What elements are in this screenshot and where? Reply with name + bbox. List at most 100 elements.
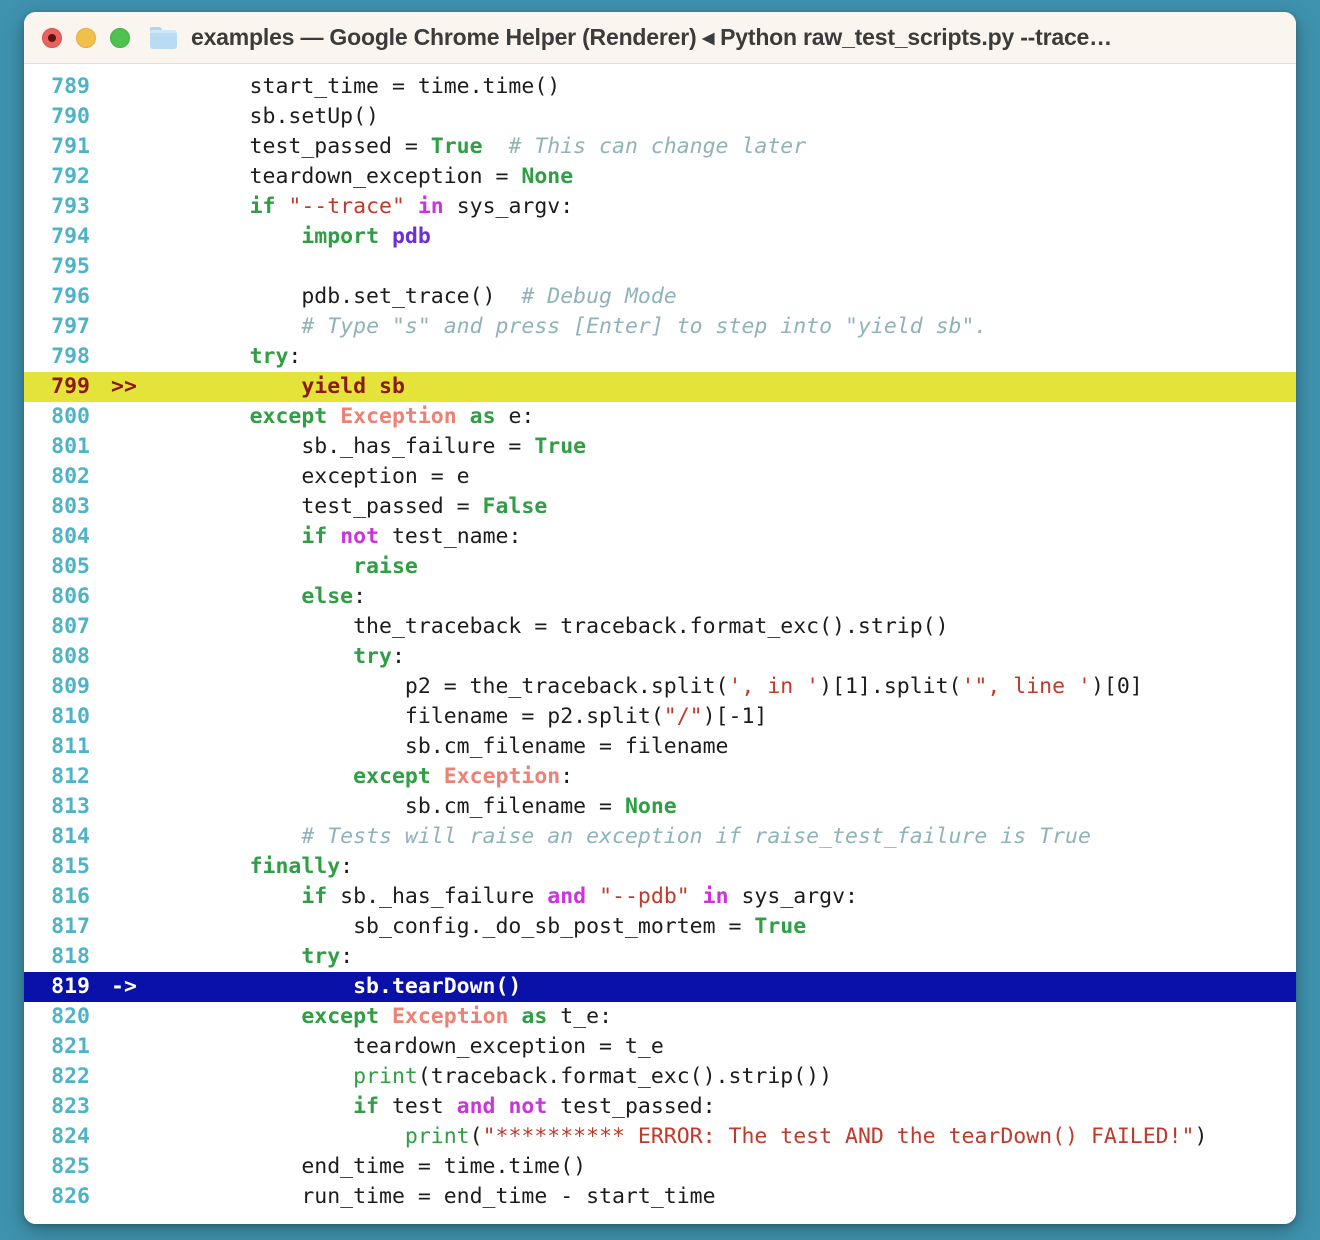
code-line[interactable]: 792 teardown_exception = None [24, 162, 1296, 192]
code-token-str: "********** ERROR: The test AND the tear… [482, 1124, 1195, 1149]
code-line[interactable]: 818 try: [24, 942, 1296, 972]
code-token-op: in [702, 884, 729, 909]
code-token-pln: (traceback.format_exc().strip()) [417, 1064, 833, 1089]
code-token-pln: test_passed: [547, 1094, 716, 1119]
code-token-pln: sb.setUp() [146, 104, 379, 129]
code-line[interactable]: 815 finally: [24, 852, 1296, 882]
code-line[interactable]: 811 sb.cm_filename = filename [24, 732, 1296, 762]
code-token-pln: p2 = the_traceback.split( [146, 674, 729, 699]
terminal-window: examples — Google Chrome Helper (Rendere… [24, 12, 1296, 1224]
code-line[interactable]: 795 [24, 252, 1296, 282]
code-line[interactable]: 791 test_passed = True # This can change… [24, 132, 1296, 162]
code-token-pln: sb.tearDown() [146, 974, 522, 999]
code-line[interactable]: 814 # Tests will raise an exception if r… [24, 822, 1296, 852]
code-token-pln [146, 944, 301, 969]
code-text: sb.tearDown() [146, 972, 1296, 1002]
code-token-kw: False [482, 494, 548, 519]
code-line[interactable]: 813 sb.cm_filename = None [24, 792, 1296, 822]
code-text: try: [146, 342, 1296, 372]
code-text: except Exception as t_e: [146, 1002, 1296, 1032]
code-viewer[interactable]: 789 start_time = time.time() 790 sb.setUp… [24, 64, 1296, 1224]
traffic-lights [42, 27, 130, 48]
code-token-kw: if [353, 1094, 379, 1119]
code-token-pln: ) [1194, 1124, 1208, 1149]
code-line[interactable]: 797 # Type "s" and press [Enter] to step… [24, 312, 1296, 342]
code-text: print(traceback.format_exc().strip()) [146, 1062, 1296, 1092]
code-token-kw: if [301, 524, 328, 549]
code-token-com: # Type "s" and press [Enter] to step int… [301, 314, 988, 339]
code-line[interactable]: 821 teardown_exception = t_e [24, 1032, 1296, 1062]
code-line[interactable]: 799 >> yield sb [24, 372, 1296, 402]
line-number: 799 [51, 374, 90, 399]
code-token-pln [327, 404, 340, 429]
code-line[interactable]: 790 sb.setUp() [24, 102, 1296, 132]
code-token-pln [146, 374, 301, 399]
code-line[interactable]: 803 test_passed = False [24, 492, 1296, 522]
code-text: start_time = time.time() [146, 72, 1296, 102]
line-number: 826 [51, 1184, 90, 1209]
minimize-button[interactable] [76, 27, 96, 48]
code-line[interactable]: 820 except Exception as t_e: [24, 1002, 1296, 1032]
code-line[interactable]: 809 p2 = the_traceback.split(', in ')[1]… [24, 672, 1296, 702]
code-line[interactable]: 812 except Exception: [24, 762, 1296, 792]
line-number: 814 [51, 824, 90, 849]
code-line[interactable]: 822 print(traceback.format_exc().strip()… [24, 1062, 1296, 1092]
code-line[interactable]: 802 exception = e [24, 462, 1296, 492]
code-token-pln [327, 524, 340, 549]
line-number: 822 [51, 1064, 90, 1089]
code-token-pln: teardown_exception = t_e [146, 1034, 664, 1059]
code-text: p2 = the_traceback.split(', in ')[1].spl… [146, 672, 1296, 702]
code-token-pln: teardown_exception = [146, 164, 522, 189]
line-number: 817 [51, 914, 90, 939]
close-button[interactable] [42, 27, 62, 48]
code-line[interactable]: 826 run_time = end_time - start_time [24, 1182, 1296, 1212]
code-line[interactable]: 825 end_time = time.time() [24, 1152, 1296, 1182]
code-line[interactable]: 804 if not test_name: [24, 522, 1296, 552]
code-text: try: [146, 942, 1296, 972]
code-line[interactable]: 800 except Exception as e: [24, 402, 1296, 432]
code-text: raise [146, 552, 1296, 582]
code-line[interactable]: 808 try: [24, 642, 1296, 672]
code-token-kw: except [301, 1004, 380, 1029]
code-text: end_time = time.time() [146, 1152, 1296, 1182]
code-line[interactable]: 806 else: [24, 582, 1296, 612]
code-token-pln: pdb.set_trace() [146, 284, 522, 309]
code-line[interactable]: 794 import pdb [24, 222, 1296, 252]
code-line[interactable]: 805 raise [24, 552, 1296, 582]
code-token-pln [483, 134, 509, 159]
code-token-kw: as [469, 404, 496, 429]
code-line[interactable]: 810 filename = p2.split("/")[-1] [24, 702, 1296, 732]
code-line[interactable]: 824 print("********** ERROR: The test AN… [24, 1122, 1296, 1152]
code-text: except Exception as e: [146, 402, 1296, 432]
code-line[interactable]: 817 sb_config._do_sb_post_mortem = True [24, 912, 1296, 942]
code-line[interactable]: 807 the_traceback = traceback.format_exc… [24, 612, 1296, 642]
code-line[interactable]: 816 if sb._has_failure and "--pdb" in sy… [24, 882, 1296, 912]
code-line[interactable]: 798 try: [24, 342, 1296, 372]
code-line[interactable]: 789 start_time = time.time() [24, 72, 1296, 102]
line-number: 802 [51, 464, 90, 489]
code-token-kw: import [301, 224, 380, 249]
code-token-pln [146, 404, 250, 429]
code-text: else: [146, 582, 1296, 612]
code-token-str: '", line ' [961, 674, 1091, 699]
code-line[interactable]: 796 pdb.set_trace() # Debug Mode [24, 282, 1296, 312]
code-token-str: ', in ' [728, 674, 820, 699]
code-text: exception = e [146, 462, 1296, 492]
code-text: test_passed = True # This can change lat… [146, 132, 1296, 162]
code-token-pln: test_name: [379, 524, 522, 549]
code-line[interactable]: 823 if test and not test_passed: [24, 1092, 1296, 1122]
maximize-button[interactable] [110, 27, 130, 48]
code-token-pln [508, 1004, 521, 1029]
code-token-com: # Tests will raise an exception if raise… [301, 824, 1091, 849]
code-text: sb._has_failure = True [146, 432, 1296, 462]
code-token-pln [146, 854, 250, 879]
code-token-pln [586, 884, 599, 909]
code-token-op: in [417, 194, 444, 219]
code-line[interactable]: 793 if "--trace" in sys_argv: [24, 192, 1296, 222]
code-text: if "--trace" in sys_argv: [146, 192, 1296, 222]
code-token-pln [690, 884, 703, 909]
code-token-kw: True [754, 914, 807, 939]
code-line[interactable]: 801 sb._has_failure = True [24, 432, 1296, 462]
window-titlebar[interactable]: examples — Google Chrome Helper (Rendere… [24, 12, 1296, 64]
code-line[interactable]: 819 -> sb.tearDown() [24, 972, 1296, 1002]
